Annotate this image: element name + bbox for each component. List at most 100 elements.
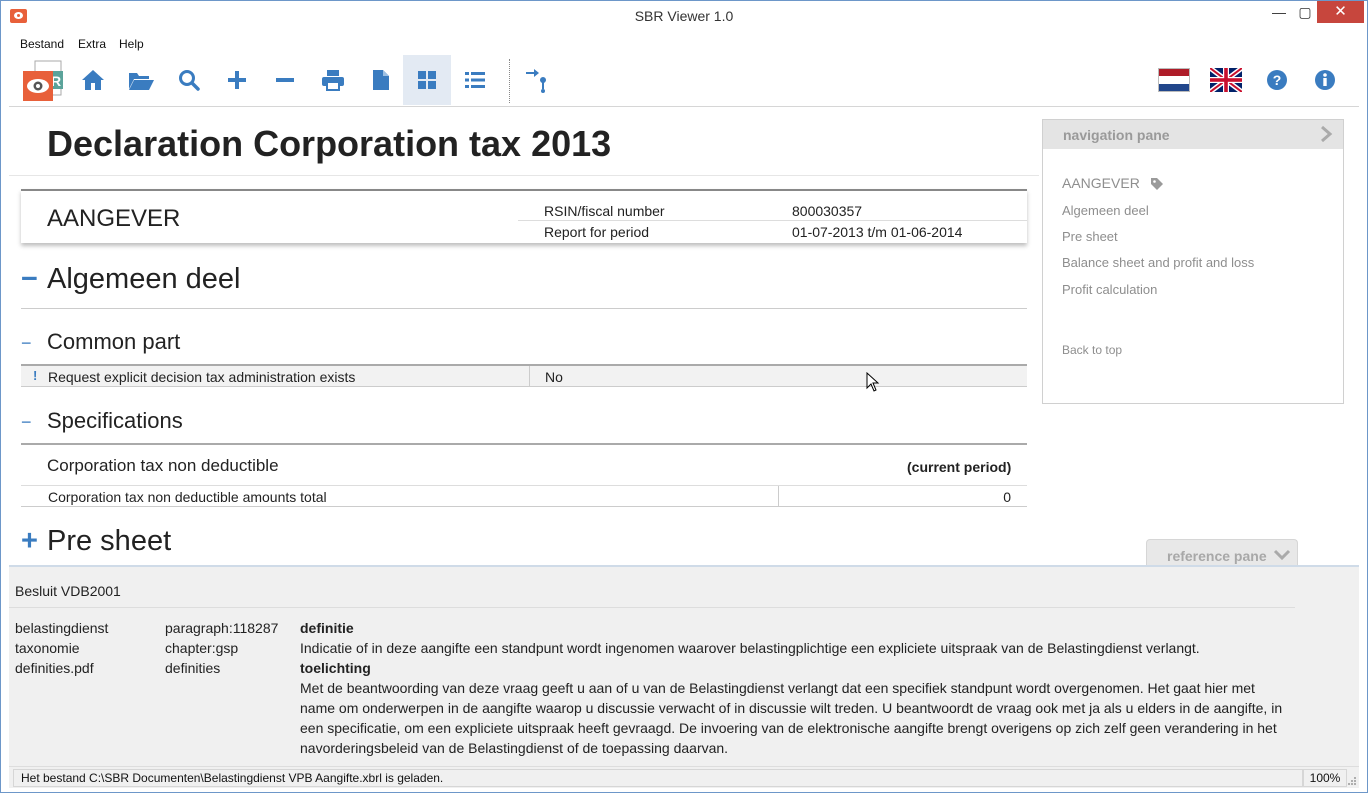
cell-divider [529, 366, 530, 387]
dutch-language-button[interactable] [1150, 55, 1198, 105]
maximize-button[interactable]: ▢ [1291, 1, 1319, 23]
reference-source-column: belastingdienst taxonomie definities.pdf [15, 618, 108, 678]
help-button[interactable]: ? [1253, 55, 1301, 105]
menu-extra[interactable]: Extra [78, 37, 106, 51]
spec-heading: Corporation tax non deductible [47, 456, 279, 475]
search-button[interactable] [165, 55, 213, 105]
nav-item-profit-calculation[interactable]: Profit calculation [1062, 282, 1157, 297]
nav-item-label: AANGEVER [1062, 175, 1140, 191]
list-view-button[interactable] [451, 55, 499, 105]
reference-source: taxonomie [15, 640, 80, 656]
collapse-toggle[interactable]: − [21, 263, 47, 296]
section-title: Common part [47, 329, 181, 354]
zoom-out-icon [276, 78, 294, 82]
rsin-key: RSIN/fiscal number [544, 203, 665, 219]
svg-text:?: ? [1273, 72, 1282, 88]
rsin-row: RSIN/fiscal number 800030357 [518, 200, 1027, 221]
home-button[interactable] [69, 55, 117, 105]
aangever-label: AANGEVER [47, 205, 181, 232]
zoom-in-button[interactable] [213, 55, 261, 105]
english-language-button[interactable] [1202, 55, 1250, 105]
chevron-right-icon[interactable] [1319, 125, 1333, 143]
section-algemeen-deel[interactable]: − Algemeen deel [21, 263, 240, 296]
reference-source[interactable]: definities.pdf [15, 658, 108, 678]
navigation-pane-title: navigation pane [1063, 127, 1170, 143]
reference-text: definitie Indicatie of in deze aangifte … [300, 618, 1290, 758]
spec-column-header: (current period) [907, 459, 1012, 475]
mouse-cursor-icon [866, 372, 880, 392]
toolbar-separator [509, 59, 510, 103]
resize-grip-icon[interactable] [1347, 776, 1357, 786]
reference-source: belastingdienst [15, 620, 109, 636]
section-specifications[interactable]: − Specifications [21, 408, 183, 434]
nav-item-aangever[interactable]: AANGEVER [1062, 175, 1164, 191]
window-title: SBR Viewer 1.0 [634, 8, 734, 24]
toolbar: R ? [9, 55, 1359, 107]
zoom-out-button[interactable] [261, 55, 309, 105]
rsin-value: 800030357 [792, 203, 863, 219]
nav-item-algemeen-deel[interactable]: Algemeen deel [1062, 203, 1149, 218]
reference-location-column: paragraph:118287 chapter:gsp definities [165, 618, 278, 678]
collapse-toggle[interactable]: − [21, 412, 47, 433]
toelichting-text: Met de beantwoording van deze vraag geef… [300, 680, 1283, 756]
reference-location: definities [165, 660, 221, 676]
section-title: Algemeen deel [47, 263, 241, 295]
menu-bar: Bestand Extra Help [1, 32, 1367, 55]
open-button[interactable] [117, 55, 165, 105]
grid-view-icon [418, 71, 436, 89]
menu-bestand[interactable]: Bestand [20, 37, 64, 51]
section-divider [21, 443, 1027, 445]
section-pre-sheet[interactable]: + Pre sheet [21, 525, 171, 558]
list-view-icon [465, 72, 485, 88]
menu-help[interactable]: Help [119, 37, 144, 51]
status-message: Het bestand C:\SBR Documenten\Belastingd… [13, 769, 1303, 787]
toelichting-term: toelichting [300, 660, 371, 676]
period-value: 01-07-2013 t/m 01-06-2014 [792, 224, 963, 240]
status-bar: Het bestand C:\SBR Documenten\Belastingd… [9, 766, 1359, 788]
minimize-button[interactable]: — [1265, 1, 1293, 23]
close-button[interactable]: ✕ [1317, 1, 1364, 23]
reference-pane-title: reference pane [1167, 548, 1267, 564]
document-icon [373, 70, 389, 90]
definitie-term: definitie [300, 620, 354, 636]
back-to-top-link[interactable]: Back to top [1062, 343, 1122, 357]
navigation-pane-header[interactable]: navigation pane [1043, 120, 1343, 149]
collapse-toggle[interactable]: − [21, 333, 47, 354]
open-folder-icon [129, 73, 154, 90]
info-button[interactable] [1301, 55, 1349, 105]
section-title: Pre sheet [47, 525, 172, 557]
search-icon [179, 70, 200, 91]
info-mark-icon[interactable]: ! [33, 368, 37, 383]
help-icon: ? [1267, 70, 1287, 90]
section-divider [21, 308, 1027, 309]
navigate-button[interactable] [513, 55, 561, 105]
zoom-level: 100% [1303, 769, 1347, 787]
grid-view-button[interactable] [403, 55, 451, 105]
reference-divider [9, 607, 1295, 608]
expand-toggle[interactable]: + [21, 525, 47, 558]
document-button[interactable] [357, 55, 405, 105]
reference-title: Besluit VDB2001 [15, 583, 121, 599]
reference-location: paragraph:118287 [165, 620, 279, 636]
flag-uk-icon [1210, 68, 1242, 92]
section-common-part[interactable]: − Common part [21, 329, 180, 355]
sbr-logo: R [23, 60, 63, 101]
period-key: Report for period [544, 224, 650, 240]
definitie-text: Indicatie of in deze aangifte een standp… [300, 640, 1200, 656]
print-icon [322, 70, 344, 91]
navigate-pin-icon [526, 69, 546, 93]
info-icon [1315, 70, 1335, 90]
title-bar: SBR Viewer 1.0 — ▢ ✕ [1, 1, 1367, 32]
page-title: Declaration Corporation tax 2013 [47, 123, 612, 164]
chevron-down-icon[interactable] [1273, 549, 1291, 561]
cell-divider [778, 486, 779, 507]
period-row: Report for period 01-07-2013 t/m 01-06-2… [518, 221, 1027, 242]
print-button[interactable] [309, 55, 357, 105]
nav-item-pre-sheet[interactable]: Pre sheet [1062, 229, 1118, 244]
spec-row[interactable]: Corporation tax non deductible amounts t… [21, 485, 1027, 507]
reference-pane: Besluit VDB2001 belastingdienst taxonomi… [9, 565, 1359, 766]
nav-item-balance-sheet[interactable]: Balance sheet and profit and loss [1062, 255, 1254, 270]
app-window: SBR Viewer 1.0 — ▢ ✕ Bestand Extra Help … [0, 0, 1368, 793]
reference-location: chapter:gsp [165, 640, 239, 656]
zoom-in-icon [228, 71, 246, 89]
